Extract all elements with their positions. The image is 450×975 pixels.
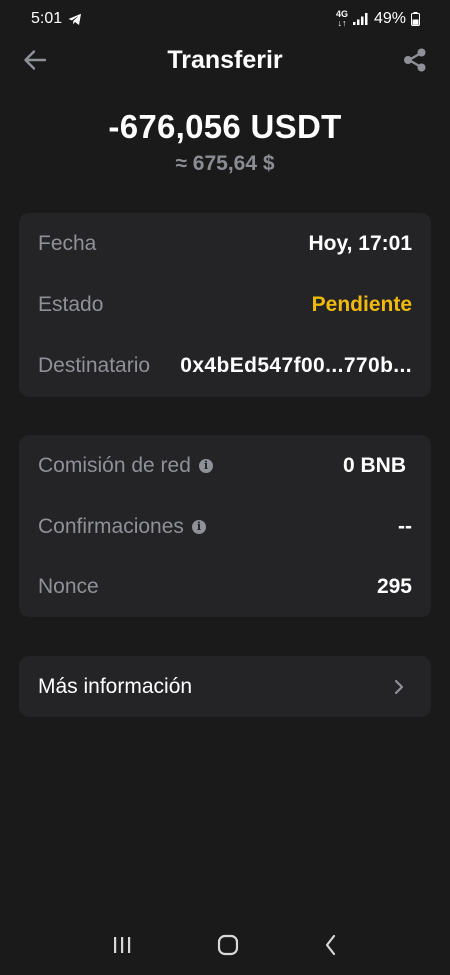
recent-apps-icon[interactable] [111,935,133,955]
status-left: 5:01 [31,10,82,28]
confirmations-value: -- [398,515,412,538]
amount-block: -676,056 USDT ≈ 675,64 $ [0,108,450,176]
details-card: Fecha Hoy, 17:01 Estado Pendiente Destin… [19,213,431,397]
date-row: Fecha Hoy, 17:01 [38,229,412,259]
recipient-address[interactable]: 0x4bEd547f00...770b... [180,354,412,378]
fee-info-icon[interactable]: i [198,459,213,473]
chevron-right-icon [394,679,404,695]
date-label: Fecha [38,232,97,255]
recipient-row[interactable]: Destinatario 0x4bEd547f00...770b... [38,351,412,381]
status-label: Estado [38,293,104,316]
nonce-row: Nonce 295 [38,572,412,602]
nonce-label: Nonce [38,575,99,598]
confirmations-label: Confirmaciones [38,515,184,538]
fiat-amount: ≈ 675,64 $ [175,152,275,175]
confirmations-info-icon[interactable]: i [191,520,206,534]
confirmations-label-group: Confirmaciones i [38,515,206,539]
back-arrow-icon[interactable] [22,47,48,73]
more-info-row: Más información [38,672,405,702]
confirmations-row: Confirmaciones i -- [38,512,412,542]
network-info-card: Comisión de red i 0 BNB Confirmaciones i… [19,435,431,617]
more-info-button[interactable]: Más información [19,656,431,717]
fee-label-group: Comisión de red i [38,454,213,478]
more-info-label: Más información [38,675,193,698]
nonce-value: 295 [376,575,412,598]
signal-icon [352,13,368,25]
fee-row: Comisión de red i 0 BNB [38,451,406,481]
status-time: 5:01 [31,10,63,27]
telegram-icon [68,13,82,25]
status-value: Pendiente [311,293,412,316]
page-title: Transferir [167,45,283,74]
fee-value: 0 BNB [342,454,406,477]
status-row: Estado Pendiente [38,290,412,320]
home-icon[interactable] [216,934,240,956]
network-indicator: 4G ↓↑ [335,9,348,28]
app-header: Transferir [0,38,450,82]
system-nav-bar [0,915,450,975]
recipient-label: Destinatario [38,354,151,377]
transfer-amount: -676,056 USDT [108,108,342,145]
fee-label: Comisión de red [38,454,191,477]
date-value: Hoy, 17:01 [308,232,413,255]
status-right: 4G ↓↑ 49% [336,10,420,28]
battery-icon [411,12,420,26]
share-icon[interactable] [402,47,428,73]
back-nav-icon[interactable] [323,934,339,956]
status-bar: 5:01 4G ↓↑ 49% [0,0,450,38]
battery-percent: 49% [373,10,406,27]
